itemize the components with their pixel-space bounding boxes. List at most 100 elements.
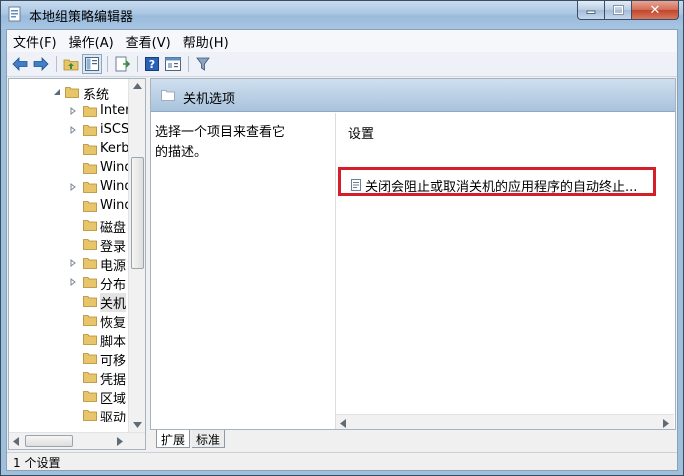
policy-setting-row[interactable] — [350, 221, 650, 239]
folder-icon — [83, 410, 97, 421]
folder-icon — [83, 125, 97, 136]
folder-icon — [83, 163, 97, 174]
scroll-up-icon[interactable] — [133, 83, 142, 89]
tree-item[interactable]: 驱动 — [9, 406, 133, 422]
tree-item[interactable]: 登录 — [9, 235, 133, 255]
tree-horizontal-scroll-thumb[interactable] — [25, 435, 73, 447]
menu-help[interactable]: 帮助(H) — [183, 32, 229, 51]
tree-item[interactable]: Inter — [9, 102, 133, 121]
tree-item-label: 恢复 — [100, 316, 127, 331]
back-icon — [12, 57, 28, 71]
folder-open-icon — [65, 87, 79, 98]
folder-icon — [83, 182, 97, 193]
help-button[interactable]: ? — [142, 54, 162, 74]
tree-item[interactable]: iSCSI — [9, 121, 133, 140]
view-tabs: 扩展 标准 — [150, 430, 676, 450]
tree-vertical-scroll-thumb[interactable] — [131, 157, 144, 269]
folder-icon — [83, 315, 97, 326]
tree-item-label: 可移 — [100, 354, 127, 369]
menu-action[interactable]: 操作(A) — [69, 32, 114, 51]
close-icon: ✕ — [649, 2, 661, 18]
tab-extended[interactable]: 扩展 — [156, 430, 191, 448]
folder-icon — [83, 372, 97, 383]
tree-item[interactable]: 恢复 — [9, 311, 133, 331]
tree-vertical-scrollbar[interactable] — [128, 79, 145, 432]
folder-icon — [83, 296, 97, 307]
tree-item[interactable]: 磁盘 — [9, 216, 133, 236]
tree-item[interactable]: 凭据 — [9, 368, 133, 388]
policy-setting-row[interactable]: 关闭会阻止或取消关机的应用程序的自动终止... — [351, 176, 661, 195]
window-title: 本地组策略编辑器 — [29, 10, 134, 25]
tree-item-label: 驱动 — [100, 411, 127, 422]
tree-item[interactable]: Wind — [9, 178, 133, 197]
folder-icon — [83, 220, 97, 231]
scroll-right-icon[interactable] — [117, 437, 123, 446]
scroll-down-icon[interactable] — [133, 422, 142, 428]
tree-item[interactable]: 系统 — [9, 83, 133, 103]
toolbar-separator — [107, 56, 108, 72]
tree-pane[interactable]: 系统 Inter iSCSI Kerb Wind Wind Wind 磁盘 登录… — [8, 78, 146, 450]
up-folder-icon — [63, 59, 79, 71]
tree-item-label: 分布 — [100, 278, 127, 293]
minimize-icon — [586, 10, 596, 14]
folder-icon — [83, 201, 97, 212]
tree-item[interactable]: 区域 — [9, 387, 133, 407]
tree-item-label: 关机 — [100, 293, 127, 312]
back-button[interactable] — [10, 54, 30, 74]
column-header-settings[interactable]: 设置 — [348, 123, 374, 142]
tree-item-label: 脚本 — [100, 335, 127, 350]
collapsed-arrow-icon — [70, 126, 76, 134]
tree-item[interactable]: 脚本 — [9, 330, 133, 350]
menu-view[interactable]: 查看(V) — [126, 32, 171, 51]
collapsed-arrow-icon — [70, 278, 76, 286]
forward-button[interactable] — [31, 54, 51, 74]
tree-item[interactable]: 分布 — [9, 273, 133, 293]
properties-icon — [165, 57, 181, 71]
tree-item[interactable]: 电源 — [9, 254, 133, 274]
forward-icon — [33, 57, 49, 71]
tree-item-label: Inter — [100, 103, 131, 118]
tree-item[interactable]: 可移 — [9, 349, 133, 369]
tree-item[interactable]: Wind — [9, 197, 133, 216]
folder-icon — [83, 239, 97, 250]
details-header-title: 关机选项 — [183, 92, 236, 107]
filter-icon — [196, 57, 210, 71]
export-list-button[interactable] — [112, 54, 132, 74]
minimize-button[interactable] — [577, 1, 605, 20]
details-pane: 关机选项 选择一个项目来查看它的描述。 设置 关闭会阻止或取消关机的应用程序的自… — [150, 78, 676, 430]
tree-item-selected[interactable]: 关机 — [9, 292, 133, 312]
menu-bar: 文件(F) 操作(A) 查看(V) 帮助(H) — [7, 30, 677, 52]
scroll-left-icon[interactable] — [13, 437, 19, 446]
tree-item[interactable]: Kerb — [9, 140, 133, 159]
tree-horizontal-scrollbar[interactable] — [9, 432, 145, 449]
tree-item-label: 凭据 — [100, 373, 127, 388]
maximize-button[interactable] — [605, 1, 632, 20]
tree-item-label: Kerb — [100, 141, 130, 156]
help-icon: ? — [145, 57, 159, 71]
close-button[interactable]: ✕ — [632, 1, 679, 20]
toolbar-separator — [56, 56, 57, 72]
up-folder-button[interactable] — [61, 54, 81, 74]
tab-standard[interactable]: 标准 — [192, 430, 226, 448]
policy-editor-icon — [8, 6, 21, 22]
filter-button[interactable] — [193, 54, 213, 74]
maximize-icon — [612, 5, 624, 15]
settings-list: 设置 — [335, 113, 675, 429]
title-bar[interactable]: 本地组策略编辑器 ✕ — [1, 1, 683, 29]
collapsed-arrow-icon — [70, 107, 76, 115]
client-area: 文件(F) 操作(A) 查看(V) 帮助(H) ? 系统 Inter iSCSI… — [6, 29, 678, 471]
toolbar: ? — [7, 52, 677, 77]
collapsed-arrow-icon — [70, 259, 76, 267]
scroll-right-icon[interactable] — [663, 419, 669, 428]
show-tree-button[interactable] — [82, 54, 102, 74]
menu-file[interactable]: 文件(F) — [13, 32, 57, 51]
folder-icon — [83, 277, 97, 288]
properties-button[interactable] — [163, 54, 183, 74]
scroll-left-icon[interactable] — [340, 419, 346, 428]
folder-icon — [83, 353, 97, 364]
tree-item[interactable]: Wind — [9, 159, 133, 178]
tree-item-label: 电源 — [100, 259, 127, 274]
description-text: 选择一个项目来查看它的描述。 — [155, 125, 286, 160]
details-horizontal-scrollbar[interactable] — [336, 414, 674, 429]
window-controls: ✕ — [577, 1, 679, 21]
